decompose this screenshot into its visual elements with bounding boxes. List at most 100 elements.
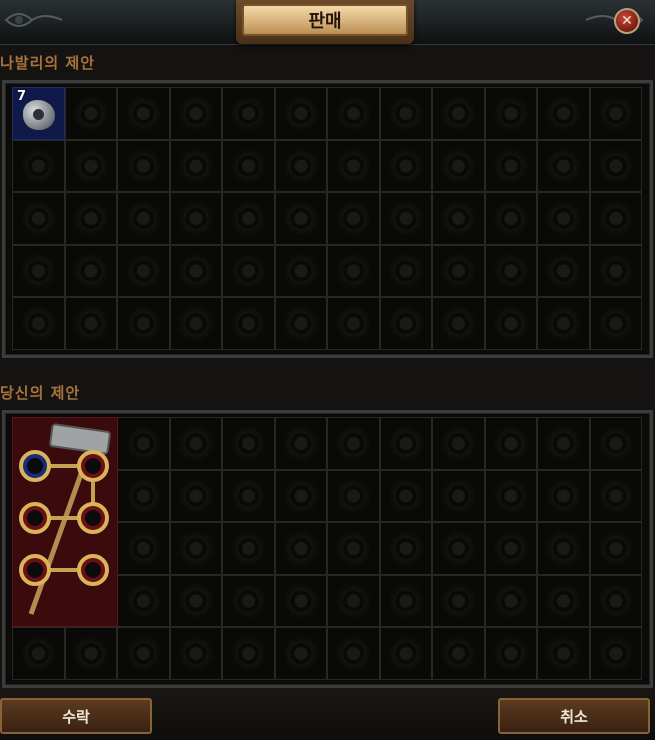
inventory-slot[interactable] [64,244,117,297]
inventory-slot[interactable] [432,522,485,575]
inventory-slot[interactable] [274,192,327,245]
inventory-slot[interactable] [64,627,117,680]
inventory-slot[interactable] [537,192,590,245]
inventory-slot[interactable] [274,522,327,575]
inventory-slot[interactable] [432,297,485,350]
inventory-slot[interactable] [432,574,485,627]
inventory-slot[interactable] [12,244,65,297]
inventory-slot[interactable] [484,522,537,575]
inventory-slot[interactable] [327,417,380,470]
inventory-slot[interactable] [589,244,642,297]
inventory-slot[interactable] [537,469,590,522]
inventory-slot[interactable] [589,297,642,350]
inventory-slot[interactable] [117,522,170,575]
inventory-slot[interactable] [589,87,642,140]
inventory-slot[interactable] [274,469,327,522]
inventory-slot[interactable] [222,139,275,192]
accept-button[interactable]: 수락 [0,698,152,734]
inventory-slot[interactable] [432,192,485,245]
inventory-slot[interactable] [274,297,327,350]
inventory-slot[interactable] [169,244,222,297]
inventory-slot[interactable] [589,469,642,522]
inventory-slot[interactable] [589,574,642,627]
inventory-slot[interactable] [484,627,537,680]
inventory-slot[interactable] [537,297,590,350]
inventory-slot[interactable] [537,244,590,297]
inventory-slot[interactable] [484,417,537,470]
inventory-slot[interactable] [222,192,275,245]
inventory-slot[interactable] [327,139,380,192]
inventory-slot[interactable] [117,87,170,140]
inventory-slot[interactable] [274,244,327,297]
inventory-slot[interactable] [169,87,222,140]
inventory-slot[interactable] [169,574,222,627]
inventory-slot[interactable] [379,417,432,470]
inventory-slot[interactable] [222,417,275,470]
inventory-slot[interactable] [537,522,590,575]
inventory-slot[interactable] [484,574,537,627]
inventory-slot[interactable] [274,627,327,680]
inventory-slot[interactable] [589,417,642,470]
inventory-slot[interactable] [327,522,380,575]
inventory-slot[interactable] [169,139,222,192]
inventory-slot[interactable] [327,297,380,350]
inventory-slot[interactable] [327,87,380,140]
inventory-slot[interactable] [117,627,170,680]
inventory-slot[interactable] [484,192,537,245]
inventory-slot[interactable] [169,627,222,680]
hammer-item[interactable] [12,417,118,627]
inventory-slot[interactable] [12,627,65,680]
inventory-slot[interactable] [117,192,170,245]
inventory-slot[interactable] [327,469,380,522]
inventory-slot[interactable] [12,192,65,245]
inventory-slot[interactable] [484,244,537,297]
inventory-slot[interactable] [537,627,590,680]
inventory-slot[interactable] [484,87,537,140]
inventory-slot[interactable] [64,87,117,140]
inventory-slot[interactable] [379,244,432,297]
inventory-slot[interactable] [432,627,485,680]
inventory-slot[interactable] [432,87,485,140]
inventory-slot[interactable] [432,139,485,192]
inventory-slot[interactable] [537,139,590,192]
inventory-slot[interactable] [589,522,642,575]
inventory-slot[interactable] [379,469,432,522]
inventory-slot[interactable] [222,297,275,350]
inventory-slot[interactable] [327,244,380,297]
inventory-slot[interactable] [274,574,327,627]
inventory-slot[interactable] [222,522,275,575]
inventory-slot[interactable] [169,522,222,575]
inventory-slot[interactable] [379,87,432,140]
inventory-slot[interactable] [274,139,327,192]
inventory-slot[interactable] [169,297,222,350]
inventory-slot[interactable] [379,627,432,680]
inventory-slot[interactable] [537,87,590,140]
inventory-slot[interactable] [12,139,65,192]
inventory-slot[interactable] [274,417,327,470]
inventory-slot[interactable] [379,139,432,192]
inventory-slot[interactable] [117,417,170,470]
inventory-slot[interactable] [64,192,117,245]
close-button[interactable]: ✕ [614,8,640,34]
inventory-slot[interactable] [64,139,117,192]
inventory-slot[interactable] [117,297,170,350]
inventory-slot[interactable] [222,87,275,140]
inventory-slot[interactable] [327,574,380,627]
inventory-slot[interactable] [222,469,275,522]
inventory-slot[interactable] [537,574,590,627]
inventory-slot[interactable] [327,192,380,245]
inventory-slot[interactable] [432,469,485,522]
cancel-button[interactable]: 취소 [498,698,650,734]
inventory-slot[interactable] [589,192,642,245]
inventory-slot[interactable] [222,244,275,297]
inventory-slot[interactable] [327,627,380,680]
inventory-slot[interactable] [64,297,117,350]
inventory-slot[interactable] [169,469,222,522]
inventory-slot[interactable] [379,522,432,575]
inventory-slot[interactable] [379,192,432,245]
inventory-slot[interactable] [274,87,327,140]
inventory-slot[interactable] [484,469,537,522]
inventory-slot[interactable] [379,297,432,350]
inventory-slot[interactable] [117,244,170,297]
inventory-slot[interactable] [169,192,222,245]
